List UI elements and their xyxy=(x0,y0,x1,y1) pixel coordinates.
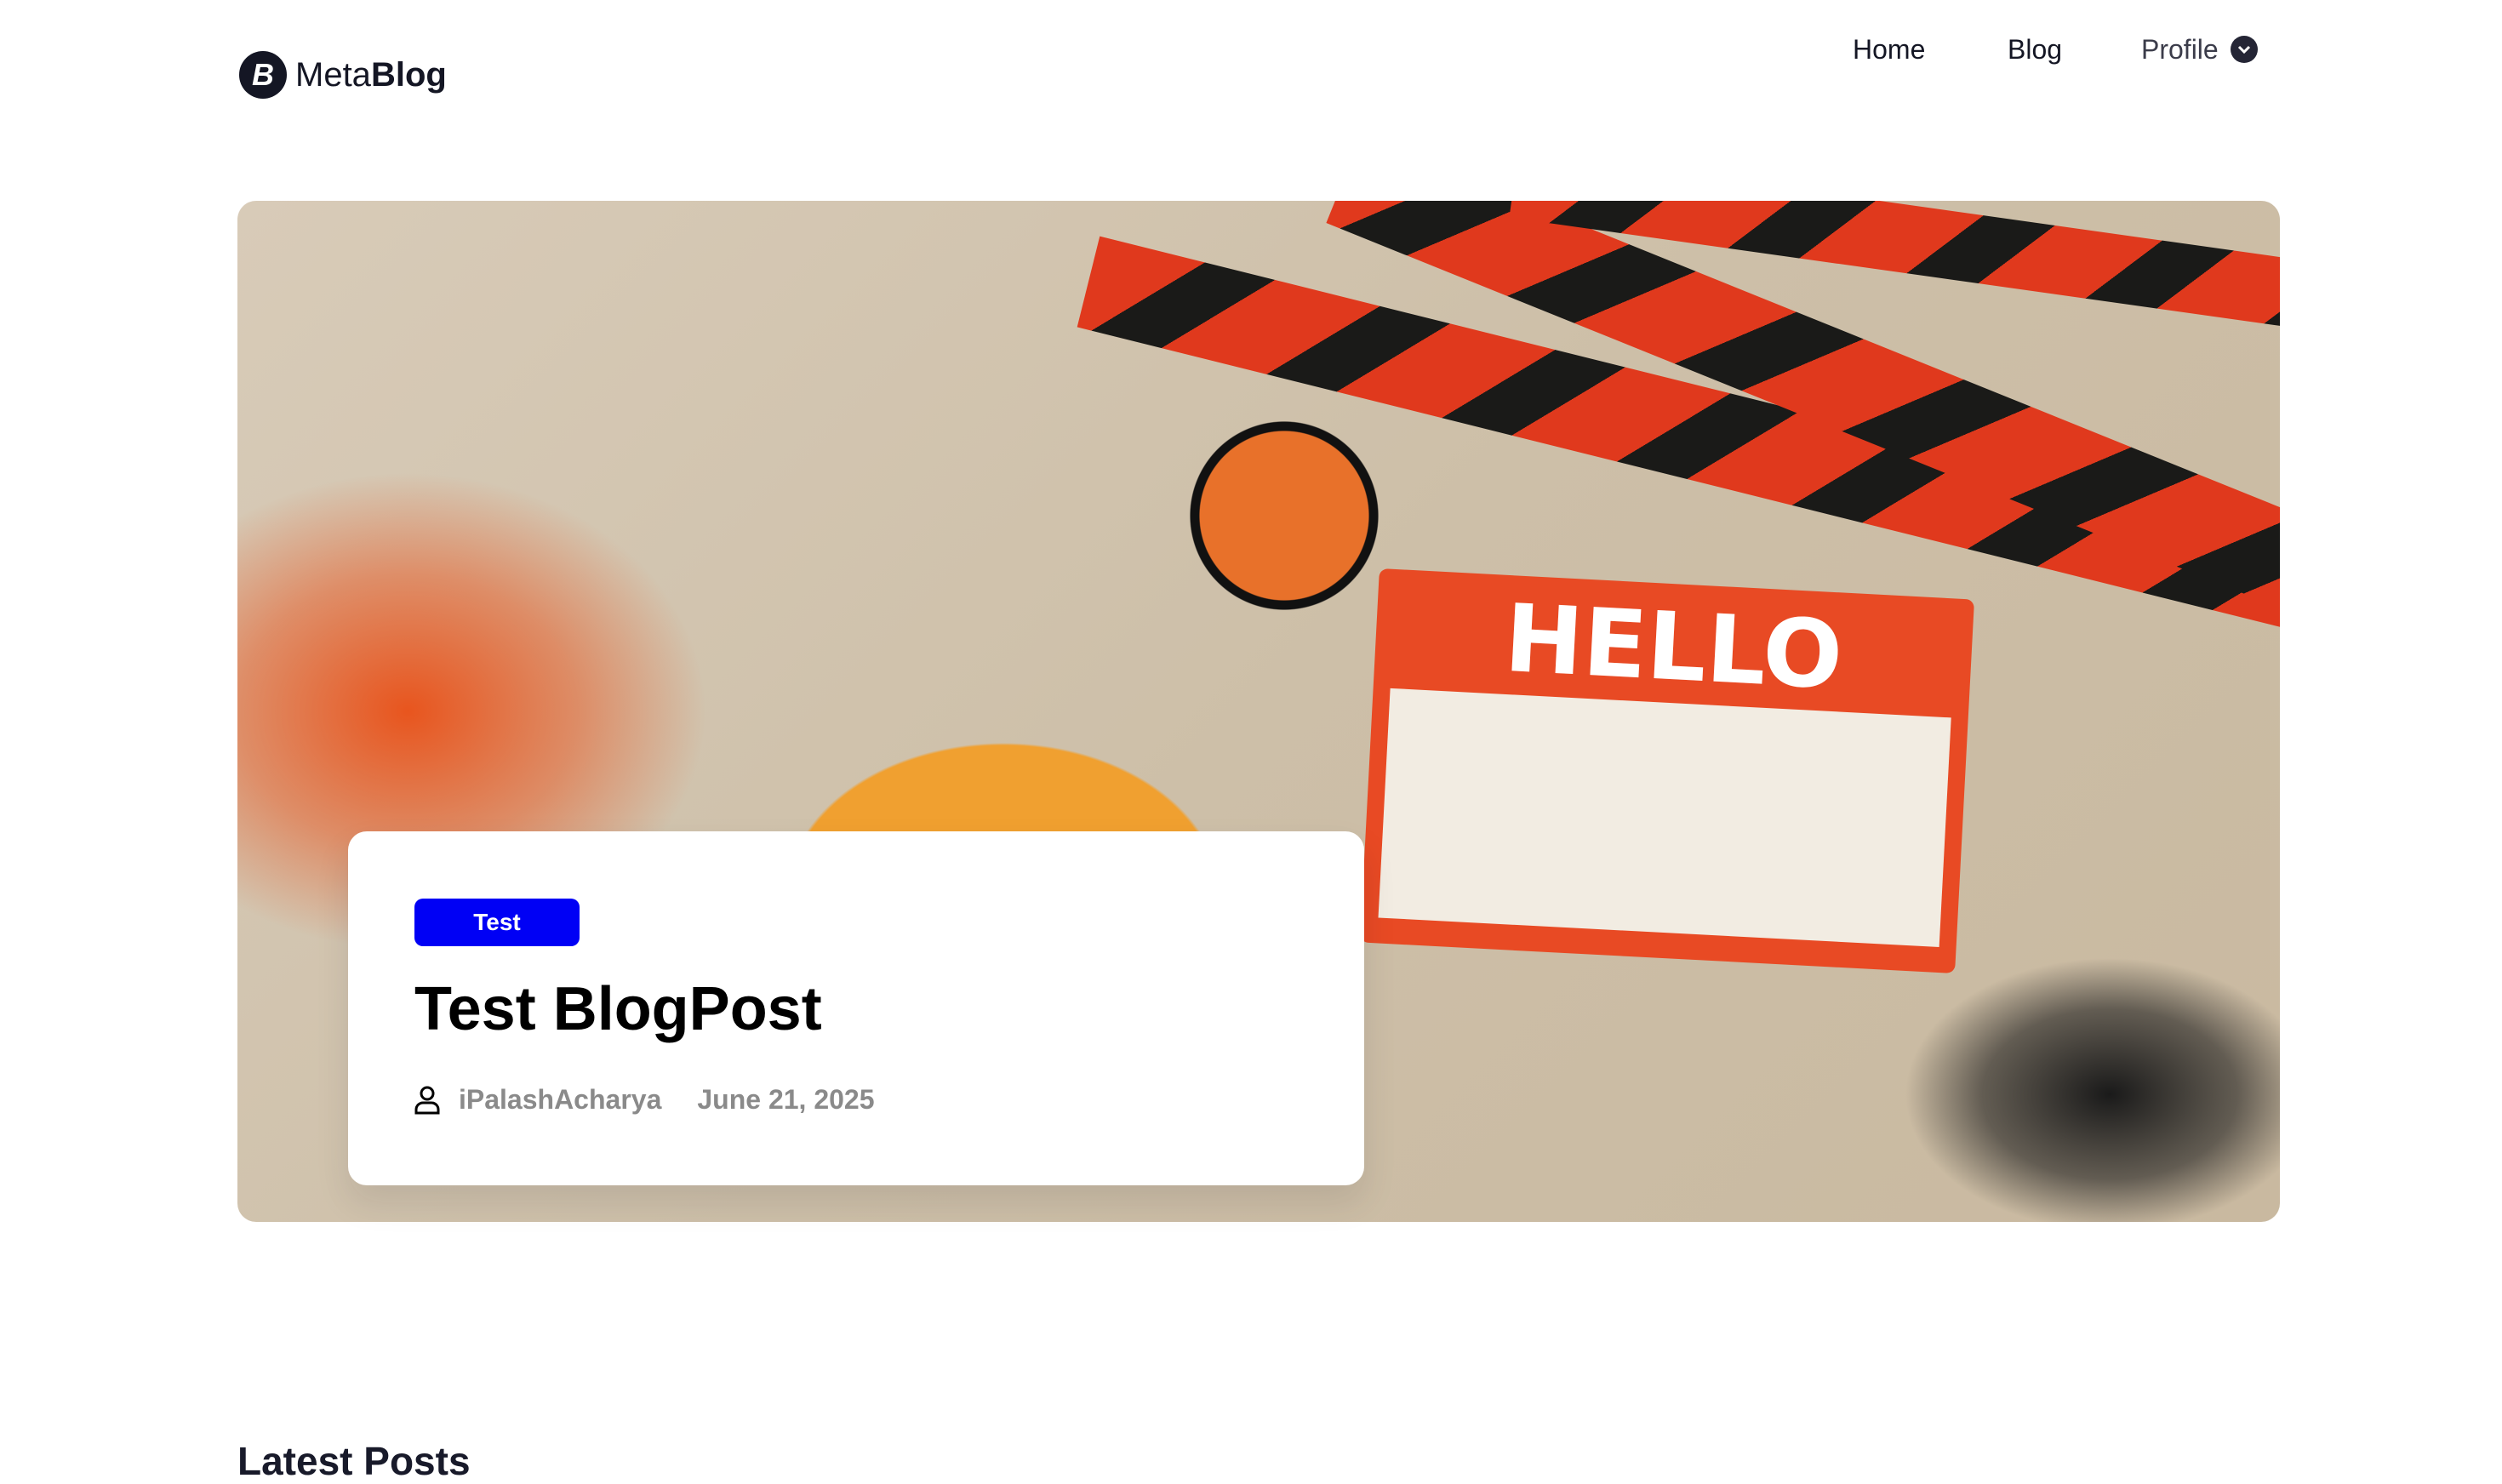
sticker-body xyxy=(1378,688,1951,948)
nav-profile-label: Profile xyxy=(2141,33,2219,65)
featured-post-card[interactable]: Test Test BlogPost iPalashAcharya June 2… xyxy=(348,831,1364,1185)
latest-posts-heading: Latest Posts xyxy=(237,1439,471,1483)
nav-blog[interactable]: Blog xyxy=(2008,34,2062,66)
hello-sticker: HELLO xyxy=(1359,568,1975,974)
logo-suffix: Blog xyxy=(370,55,447,94)
nav-home[interactable]: Home xyxy=(1853,34,1925,66)
user-icon xyxy=(414,1086,440,1114)
post-author[interactable]: iPalashAcharya xyxy=(459,1084,661,1116)
nav-profile[interactable]: Profile xyxy=(2141,34,2258,66)
b-logo-icon: B xyxy=(239,51,287,99)
logo-text: MetaBlog xyxy=(295,56,447,94)
post-title[interactable]: Test BlogPost xyxy=(414,974,822,1044)
logo[interactable]: B MetaBlog xyxy=(239,51,447,99)
post-meta: iPalashAcharya June 21, 2025 xyxy=(414,1084,875,1116)
logo-prefix: Meta xyxy=(295,55,371,94)
category-badge[interactable]: Test xyxy=(414,899,580,946)
post-date: June 21, 2025 xyxy=(697,1084,875,1115)
chevron-down-icon xyxy=(2230,36,2258,63)
